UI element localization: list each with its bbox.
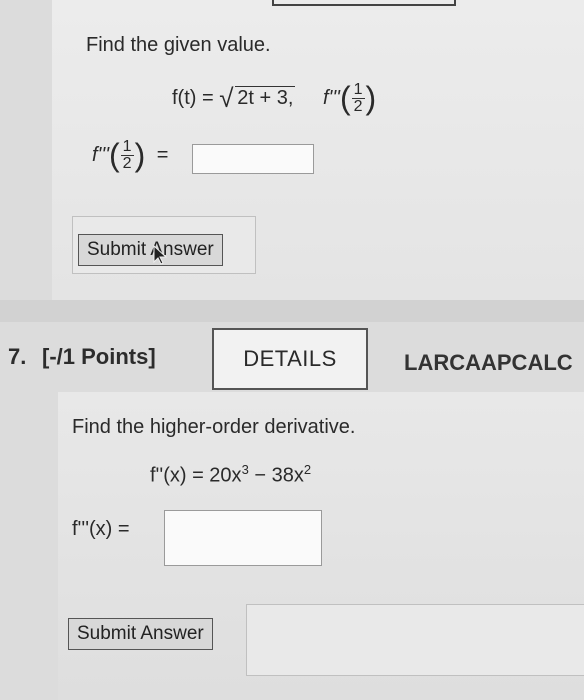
course-code: LARCAAPCALC — [404, 350, 573, 375]
submit-frame-right — [246, 604, 584, 676]
question-6-function: f(t) = √ 2t + 3, f'''(1 2) — [172, 80, 376, 117]
function-lhs: f(t) = — [172, 86, 220, 109]
question-7-given: f''(x) = 20x3 − 38x2 — [150, 462, 311, 488]
radicand: 2t + 3, — [235, 85, 296, 109]
fraction: 12 — [120, 138, 134, 172]
fraction-numerator: 1 — [351, 81, 365, 99]
question-7-prompt: Find the higher-order derivative. — [72, 416, 356, 438]
question-7-points: [-/1 Points] — [42, 344, 156, 369]
close-paren: ) — [365, 80, 377, 116]
sqrt-icon: √ — [219, 82, 234, 113]
sqrt-expression: √ 2t + 3, — [219, 83, 296, 113]
given-expression-part2: − 38x — [248, 464, 304, 487]
answer-fn: f''' — [92, 143, 110, 166]
fraction-numerator: 1 — [120, 138, 134, 156]
section-divider — [0, 300, 584, 322]
open-paren: ( — [339, 80, 351, 116]
given-expression-part1: f''(x) = 20x — [150, 464, 242, 487]
target-function: f''' — [322, 86, 340, 109]
question-7-submit-button[interactable]: Submit Answer — [68, 618, 213, 650]
question-6-prompt: Find the given value. — [86, 34, 271, 56]
exponent-2: 2 — [303, 462, 312, 477]
mouse-cursor-icon — [153, 244, 168, 265]
details-button[interactable]: DETAILS — [212, 328, 368, 390]
question-6-answer-label: f'''(1 2) = — [92, 137, 168, 174]
top-frame-edge — [272, 0, 456, 6]
open-paren: ( — [109, 137, 120, 173]
question-7-number: 7. — [8, 344, 27, 369]
fraction: 12 — [351, 81, 365, 115]
fraction-denominator: 2 — [353, 98, 363, 115]
question-7-answer-input[interactable] — [164, 510, 322, 566]
close-paren: ) — [134, 137, 146, 173]
question-6-submit-button[interactable]: Submit Answer — [78, 234, 223, 266]
fraction-denominator: 2 — [122, 155, 132, 172]
question-6-answer-input[interactable] — [192, 144, 314, 174]
exponent-1: 3 — [241, 462, 249, 477]
question-7-answer-label: f'''(x) = — [72, 518, 130, 540]
equals-sign: = — [156, 143, 169, 166]
